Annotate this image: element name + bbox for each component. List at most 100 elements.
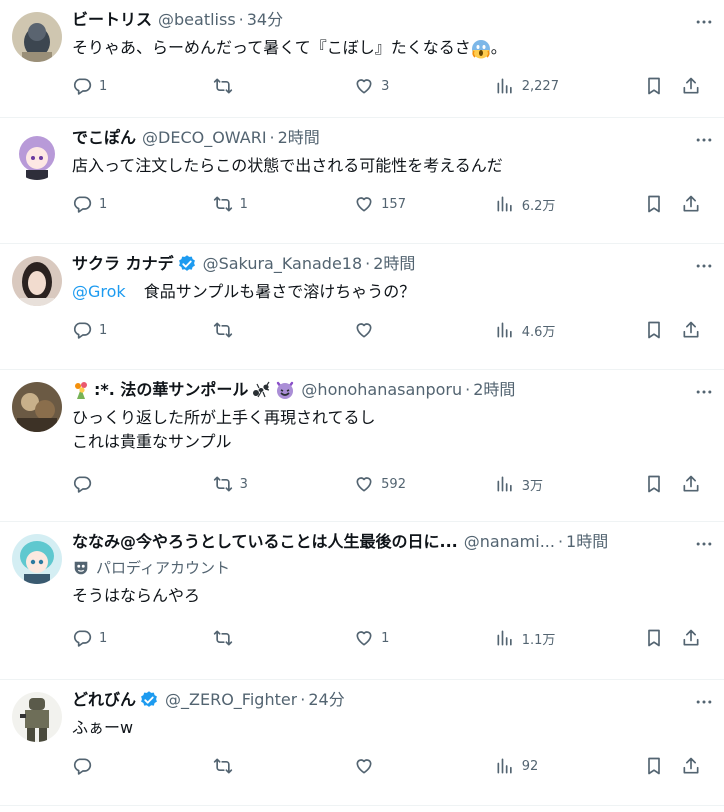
like-button[interactable]: 592 [354,474,495,494]
reply-button[interactable] [72,756,213,776]
mention-link[interactable]: @Grok [72,282,126,301]
tweet[interactable]: :*. 法の華サンポール @honohanasanporu · 2時間 ひっくり… [0,370,724,522]
more-icon [694,130,714,150]
views-button[interactable]: 3万 [495,474,644,494]
reply-count: 1 [99,78,108,94]
bookmark-button[interactable] [644,76,681,96]
user-name[interactable]: サクラ カナデ [72,252,174,276]
tweet[interactable]: でこぽん @DECO_OWARI · 2時間 店入って注文したらこの状態で出され… [0,118,724,244]
tweet[interactable]: どれびん @_ZERO_Fighter · 24分 ふぁーw 92 [0,680,724,806]
like-button[interactable]: 1 [354,628,495,648]
share-button[interactable] [681,756,710,776]
retweet-button[interactable]: 3 [213,474,355,494]
views-button[interactable]: 4.6万 [495,320,644,340]
timestamp[interactable]: 2時間 [373,252,415,276]
like-button[interactable]: 157 [354,194,495,214]
more-options-button[interactable] [694,382,714,402]
bookmark-button[interactable] [644,756,681,776]
timestamp[interactable]: 2時間 [278,126,320,150]
view-count: 6.2万 [521,198,556,214]
tweet[interactable]: サクラ カナデ @Sakura_Kanade18 · 2時間 @Grok 食品サン… [0,244,724,370]
user-name[interactable]: ななみ@今やろうとしていることは人生最後の日に... [72,530,458,554]
heart-icon [354,194,374,214]
reply-count: 1 [99,630,108,646]
retweet-button[interactable]: 1 [213,194,355,214]
share-button[interactable] [681,194,710,214]
retweet-button[interactable] [213,320,355,340]
tweet[interactable]: ななみ@今やろうとしていることは人生最後の日に... @nanami... · … [0,522,724,680]
share-button[interactable] [681,320,710,340]
bookmark-button[interactable] [644,474,681,494]
heart-icon [354,474,374,494]
user-name[interactable]: ビートリス [72,8,152,32]
share-button[interactable] [681,628,710,648]
more-options-button[interactable] [694,534,714,554]
avatar[interactable] [12,534,62,584]
avatar[interactable] [12,692,62,742]
timestamp[interactable]: 34分 [247,8,283,32]
timestamp[interactable]: 24分 [308,688,344,712]
action-bar: 1 1 157 6.2万 [72,184,710,224]
user-name[interactable]: どれびん [72,688,136,712]
avatar[interactable] [12,130,62,180]
action-bar: 92 [72,746,710,786]
user-name[interactable]: :*. 法の華サンポール [94,378,248,402]
user-handle[interactable]: @Sakura_Kanade18 [203,252,363,276]
user-name[interactable]: でこぽん [72,126,136,150]
like-button[interactable] [354,756,495,776]
reply-button[interactable]: 1 [72,194,213,214]
avatar[interactable] [12,256,62,306]
user-handle[interactable]: @nanami... [464,530,555,554]
reply-icon [72,76,92,96]
tweet[interactable]: ビートリス @beatliss · 34分 そりゃあ、らーめんだって暑くて『こぼ… [0,0,724,118]
user-handle[interactable]: @DECO_OWARI [142,126,267,150]
bouquet-emoji-icon [72,380,92,400]
bar-chart-icon [495,76,515,96]
bookmark-button[interactable] [644,320,681,340]
view-count: 2,227 [521,78,559,94]
avatar[interactable] [12,382,62,432]
retweet-button[interactable] [213,756,355,776]
reply-button[interactable]: 1 [72,320,213,340]
timestamp[interactable]: 1時間 [566,530,608,554]
more-options-button[interactable] [694,692,714,712]
tweet-text: 店入って注文したらこの状態で出される可能性を考えるんだ [72,156,503,175]
share-button[interactable] [681,474,710,494]
more-options-button[interactable] [694,256,714,276]
avatar[interactable] [12,12,62,62]
heart-icon [354,756,374,776]
user-handle[interactable]: @honohanasanporu [301,378,462,402]
share-button[interactable] [681,76,710,96]
views-button[interactable]: 1.1万 [495,628,644,648]
face-screaming-emoji-icon [471,39,491,59]
more-icon [694,692,714,712]
views-button[interactable]: 2,227 [495,76,644,96]
more-icon [694,534,714,554]
like-button[interactable] [354,320,495,340]
views-button[interactable]: 6.2万 [495,194,644,214]
reply-icon [72,194,92,214]
more-options-button[interactable] [694,12,714,32]
tweet-text: @Grok 食品サンプルも暑さで溶けちゃうの？ [72,282,416,301]
view-count: 92 [521,758,539,774]
bookmark-button[interactable] [644,628,681,648]
timestamp[interactable]: 2時間 [473,378,515,402]
user-handle[interactable]: @_ZERO_Fighter [165,688,297,712]
like-count: 157 [381,196,406,212]
like-button[interactable]: 3 [354,76,495,96]
bar-chart-icon [495,320,515,340]
bar-chart-icon [495,756,515,776]
reply-button[interactable]: 1 [72,76,213,96]
reply-button[interactable] [72,474,213,494]
user-handle[interactable]: @beatliss [158,8,236,32]
bookmark-button[interactable] [644,194,681,214]
more-options-button[interactable] [694,130,714,150]
retweet-button[interactable] [213,628,355,648]
bookmark-icon [644,474,664,494]
separator: · [300,690,306,709]
reply-icon [72,628,92,648]
heart-icon [354,628,374,648]
views-button[interactable]: 92 [495,756,644,776]
reply-button[interactable]: 1 [72,628,213,648]
retweet-button[interactable] [213,76,355,96]
